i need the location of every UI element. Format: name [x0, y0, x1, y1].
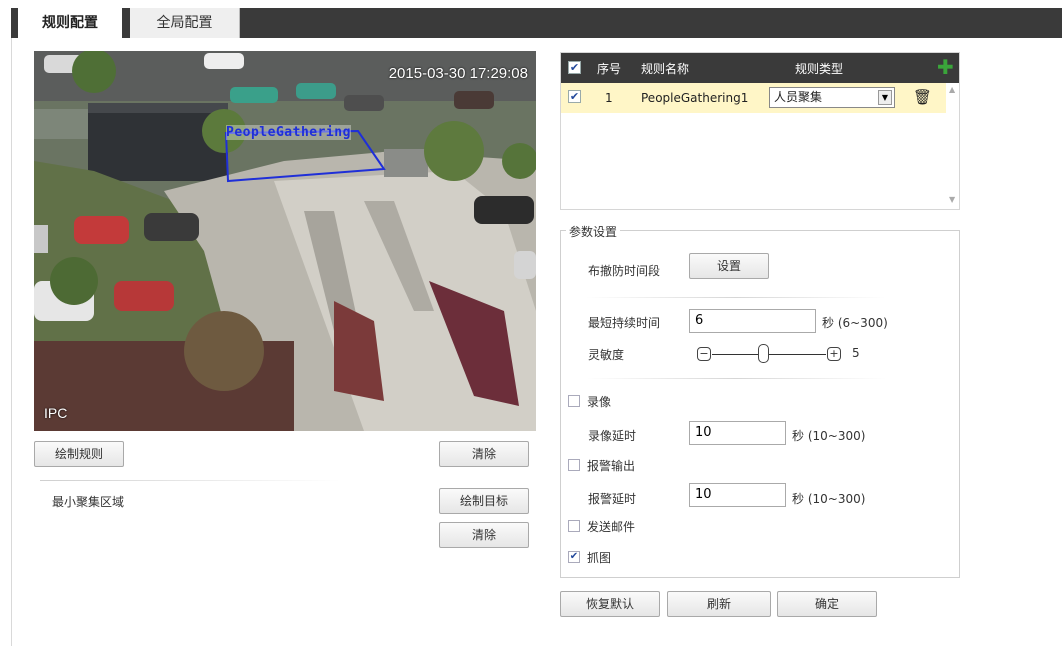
trash-icon[interactable]: 🗑 [913, 88, 932, 106]
tab-global-config[interactable]: 全局配置 [130, 8, 240, 38]
alarm-output-checkbox[interactable] [568, 459, 580, 471]
snapshot-checkbox[interactable]: ✔ [568, 551, 580, 563]
refresh-button[interactable]: 刷新 [667, 591, 771, 617]
region-label: PeopleGathering [226, 125, 351, 140]
min-duration-unit: 秒 (6~300) [822, 316, 888, 330]
tab-rule-config[interactable]: 规则配置 [18, 8, 122, 38]
record-delay-label: 录像延时 [588, 429, 637, 443]
plus-small-icon[interactable]: + [827, 347, 841, 361]
params-divider-2 [586, 378, 886, 379]
scroll-up-icon[interactable]: ▲ [949, 85, 955, 94]
row-checkbox[interactable]: ✔ [568, 90, 581, 103]
row-rule-name: PeopleGathering1 [641, 91, 749, 105]
params-divider-1 [586, 297, 886, 298]
table-row[interactable]: ✔ 1 PeopleGathering1 人员聚集 ▼ 🗑 [561, 83, 946, 113]
snapshot-label: 抓图 [587, 551, 612, 565]
video-timestamp: 2015-03-30 17:29:08 [388, 65, 528, 82]
alarm-output-label: 报警输出 [587, 459, 636, 473]
rules-table-header: ✔ 序号 规则名称 规则类型 ✚ [561, 53, 959, 83]
record-delay-unit: 秒 (10~300) [792, 429, 866, 443]
left-divider [40, 480, 340, 481]
sensitivity-slider[interactable] [712, 354, 826, 355]
min-area-label: 最小聚集区域 [52, 495, 125, 509]
send-email-label: 发送邮件 [587, 520, 636, 534]
sensitivity-value: 5 [852, 346, 860, 360]
sensitivity-label: 灵敏度 [588, 348, 625, 362]
scroll-down-icon[interactable]: ▼ [949, 195, 955, 204]
params-legend: 参数设置 [566, 223, 621, 240]
sensitivity-slider-handle[interactable] [758, 344, 769, 363]
select-all-checkbox[interactable]: ✔ [568, 61, 581, 74]
minus-icon[interactable]: − [697, 347, 711, 361]
restore-default-button[interactable]: 恢复默认 [560, 591, 660, 617]
rules-table: ✔ 序号 规则名称 规则类型 ✚ ✔ 1 PeopleGathering1 人员… [560, 52, 960, 210]
schedule-setup-button[interactable]: 设置 [689, 253, 769, 279]
chevron-down-icon[interactable]: ▼ [878, 90, 892, 105]
clear-rule-button[interactable]: 清除 [439, 441, 529, 467]
record-label: 录像 [587, 395, 612, 409]
header-rule-type: 规则类型 [795, 62, 844, 76]
rule-type-select[interactable]: 人员聚集 ▼ [769, 87, 895, 108]
min-duration-input[interactable]: 6 [689, 309, 816, 333]
ok-button[interactable]: 确定 [777, 591, 877, 617]
draw-rule-button[interactable]: 绘制规则 [34, 441, 124, 467]
header-rule-name: 规则名称 [641, 62, 690, 76]
plus-icon[interactable]: ✚ [937, 55, 954, 79]
rule-type-value: 人员聚集 [774, 90, 823, 104]
video-preview[interactable]: 2015-03-30 17:29:08 PeopleGathering IPC [34, 51, 536, 431]
draw-target-button[interactable]: 绘制目标 [439, 488, 529, 514]
row-index: 1 [605, 91, 613, 105]
alarm-delay-unit: 秒 (10~300) [792, 492, 866, 506]
send-email-checkbox[interactable] [568, 520, 580, 532]
camera-label: IPC [44, 405, 68, 421]
record-delay-input[interactable]: 10 [689, 421, 786, 445]
record-checkbox[interactable] [568, 395, 580, 407]
alarm-delay-label: 报警延时 [588, 492, 637, 506]
video-frame-image [34, 51, 536, 431]
alarm-delay-input[interactable]: 10 [689, 483, 786, 507]
clear-target-button[interactable]: 清除 [439, 522, 529, 548]
header-index: 序号 [597, 62, 622, 76]
rules-scrollbar[interactable]: ▲ ▼ [947, 83, 959, 209]
min-duration-label: 最短持续时间 [588, 316, 661, 330]
schedule-label: 布撤防时间段 [588, 264, 661, 278]
